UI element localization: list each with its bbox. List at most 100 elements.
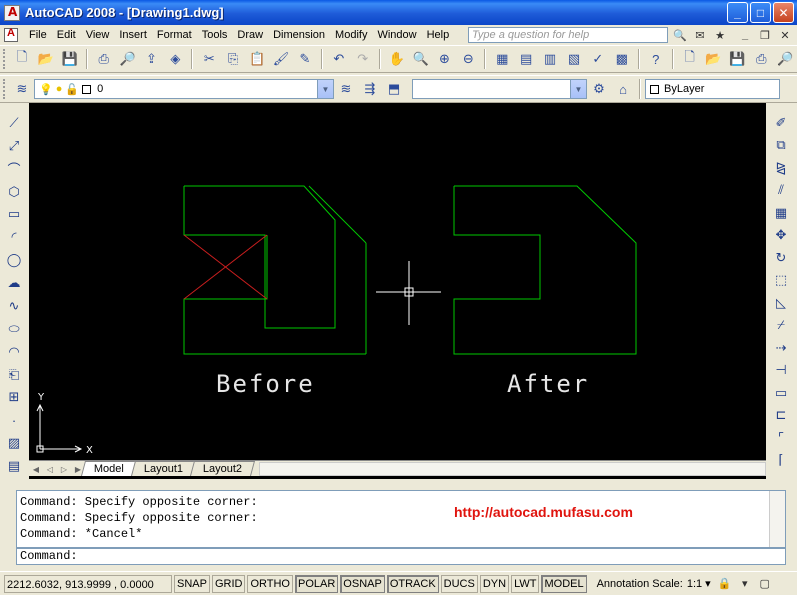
- gradient-icon[interactable]: ▤: [3, 455, 25, 477]
- menu-dimension[interactable]: Dimension: [268, 25, 330, 45]
- ellipse-icon[interactable]: ⬭: [3, 318, 25, 340]
- layer-dropdown[interactable]: 💡 ● 🔓 0 ▼: [34, 79, 334, 99]
- snap-toggle[interactable]: SNAP: [174, 574, 210, 593]
- polygon-icon[interactable]: ⬡: [3, 181, 25, 203]
- before-outline[interactable]: [183, 185, 336, 329]
- rotate-icon[interactable]: ↻: [770, 247, 792, 269]
- drawing-canvas[interactable]: Before After Y X: [29, 103, 766, 479]
- layer-state-icon[interactable]: ⬒: [383, 78, 405, 100]
- hatch-icon[interactable]: ▨: [3, 432, 25, 454]
- design-center-icon[interactable]: ▤: [515, 48, 537, 70]
- lwt-toggle[interactable]: LWT: [511, 574, 540, 593]
- trim-icon[interactable]: ⌿: [770, 315, 792, 337]
- communication-center-icon[interactable]: ✉: [692, 27, 708, 43]
- tool-palettes-icon[interactable]: ▥: [539, 48, 561, 70]
- insert-block-icon[interactable]: ⎗: [3, 364, 25, 386]
- before-chamfer-edge[interactable]: [308, 185, 367, 244]
- copy-icon[interactable]: ⎘: [222, 48, 244, 70]
- toolbar-grip[interactable]: [3, 79, 7, 99]
- plot-icon[interactable]: ⎙: [93, 48, 115, 70]
- offset-icon[interactable]: ⫽: [770, 180, 792, 202]
- sheet-set-manager-icon[interactable]: ▧: [563, 48, 585, 70]
- construction-line-icon[interactable]: ⤢: [3, 135, 25, 157]
- favorites-star-icon[interactable]: ★: [712, 27, 728, 43]
- tab-model[interactable]: Model: [80, 461, 137, 476]
- color-control-dropdown[interactable]: ByLayer: [645, 79, 780, 99]
- match-properties-icon[interactable]: 🖌: [270, 48, 292, 70]
- annotation-scale-dropdown[interactable]: 1:1 ▾: [687, 577, 711, 590]
- spline-icon[interactable]: ∿: [3, 295, 25, 317]
- doc-close-icon[interactable]: ✕: [777, 27, 793, 43]
- grid-toggle[interactable]: GRID: [211, 574, 246, 593]
- workspace-plot-icon[interactable]: ⎙: [750, 48, 772, 70]
- autocad-app-icon[interactable]: [4, 4, 20, 21]
- menu-edit[interactable]: Edit: [52, 25, 81, 45]
- stretch-icon[interactable]: ◺: [770, 292, 792, 314]
- help-search-input[interactable]: Type a question for help: [468, 27, 668, 43]
- zoom-previous-icon[interactable]: ⊖: [457, 48, 479, 70]
- scale-icon[interactable]: ⬚: [770, 270, 792, 292]
- extend-icon[interactable]: ⇢: [770, 337, 792, 359]
- make-layer-current-icon[interactable]: ≋: [335, 78, 357, 100]
- before-outline-lower[interactable]: [183, 235, 366, 355]
- command-scrollbar[interactable]: [769, 491, 785, 547]
- publish-icon[interactable]: ⇪: [141, 48, 163, 70]
- menu-draw[interactable]: Draw: [232, 25, 268, 45]
- pan-realtime-icon[interactable]: ✋: [386, 48, 408, 70]
- menu-modify[interactable]: Modify: [330, 25, 372, 45]
- polar-toggle[interactable]: POLAR: [295, 574, 339, 593]
- maximize-button[interactable]: □: [750, 2, 771, 23]
- model-toggle[interactable]: MODEL: [541, 574, 587, 593]
- dyn-toggle[interactable]: DYN: [479, 574, 510, 593]
- paste-icon[interactable]: 📋: [246, 48, 268, 70]
- chevron-down-icon[interactable]: ▼: [570, 80, 586, 98]
- chamfer-icon[interactable]: ⌜: [770, 427, 792, 449]
- osnap-toggle[interactable]: OSNAP: [340, 574, 385, 593]
- menu-file[interactable]: File: [24, 25, 52, 45]
- save-icon[interactable]: 💾: [59, 48, 81, 70]
- ducs-toggle[interactable]: DUCS: [440, 574, 478, 593]
- tab-next-icon[interactable]: ▷: [57, 462, 71, 476]
- horizontal-scrollbar[interactable]: [259, 462, 766, 476]
- tab-first-icon[interactable]: ◀: [29, 462, 43, 476]
- coordinate-display[interactable]: 2212.6032, 913.9999 , 0.0000: [4, 574, 172, 593]
- undo-icon[interactable]: ↶: [328, 48, 350, 70]
- copy-object-icon[interactable]: ⧉: [770, 135, 792, 157]
- revision-cloud-icon[interactable]: ☁: [3, 272, 25, 294]
- open-folder-icon[interactable]: 📂: [35, 48, 57, 70]
- markup-set-manager-icon[interactable]: ✓: [587, 48, 609, 70]
- command-input[interactable]: Command:: [16, 548, 786, 565]
- join-icon[interactable]: ⊏: [770, 405, 792, 427]
- break-at-point-icon[interactable]: ⊣: [770, 360, 792, 382]
- command-history[interactable]: Command: Specify opposite corner: Comman…: [16, 490, 786, 548]
- menu-help[interactable]: Help: [422, 25, 455, 45]
- ortho-toggle[interactable]: ORTHO: [247, 574, 293, 593]
- move-icon[interactable]: ✥: [770, 225, 792, 247]
- tab-layout1[interactable]: Layout1: [130, 461, 197, 476]
- array-icon[interactable]: ▦: [770, 202, 792, 224]
- break-icon[interactable]: ▭: [770, 382, 792, 404]
- make-block-icon[interactable]: ⊞: [3, 387, 25, 409]
- workspace-new-icon[interactable]: 🗋: [679, 48, 701, 70]
- line-icon[interactable]: ⟋: [3, 112, 25, 134]
- layer-previous-icon[interactable]: ⇶: [359, 78, 381, 100]
- plot-preview-icon[interactable]: 🔎: [117, 48, 139, 70]
- new-file-icon[interactable]: 🗋: [11, 48, 33, 70]
- rectangle-icon[interactable]: ▭: [3, 204, 25, 226]
- doc-restore-icon[interactable]: ❐: [757, 27, 773, 43]
- search-icon[interactable]: 🔍: [672, 27, 688, 43]
- properties-icon[interactable]: ▦: [491, 48, 513, 70]
- style-manager-icon[interactable]: ⌂: [612, 78, 634, 100]
- point-icon[interactable]: ·: [3, 409, 25, 431]
- chevron-down-icon[interactable]: ▾: [737, 576, 753, 592]
- zoom-realtime-icon[interactable]: 🔍: [410, 48, 432, 70]
- circle-icon[interactable]: ◯: [3, 249, 25, 271]
- block-editor-icon[interactable]: ✎: [294, 48, 316, 70]
- mirror-icon[interactable]: ⧎: [770, 157, 792, 179]
- workspace-open-icon[interactable]: 📂: [703, 48, 725, 70]
- workspace-preview-icon[interactable]: 🔎: [774, 48, 796, 70]
- tab-layout2[interactable]: Layout2: [190, 461, 256, 476]
- zoom-window-icon[interactable]: ⊕: [433, 48, 455, 70]
- document-icon[interactable]: [4, 27, 18, 42]
- clean-screen-icon[interactable]: ▢: [757, 576, 773, 592]
